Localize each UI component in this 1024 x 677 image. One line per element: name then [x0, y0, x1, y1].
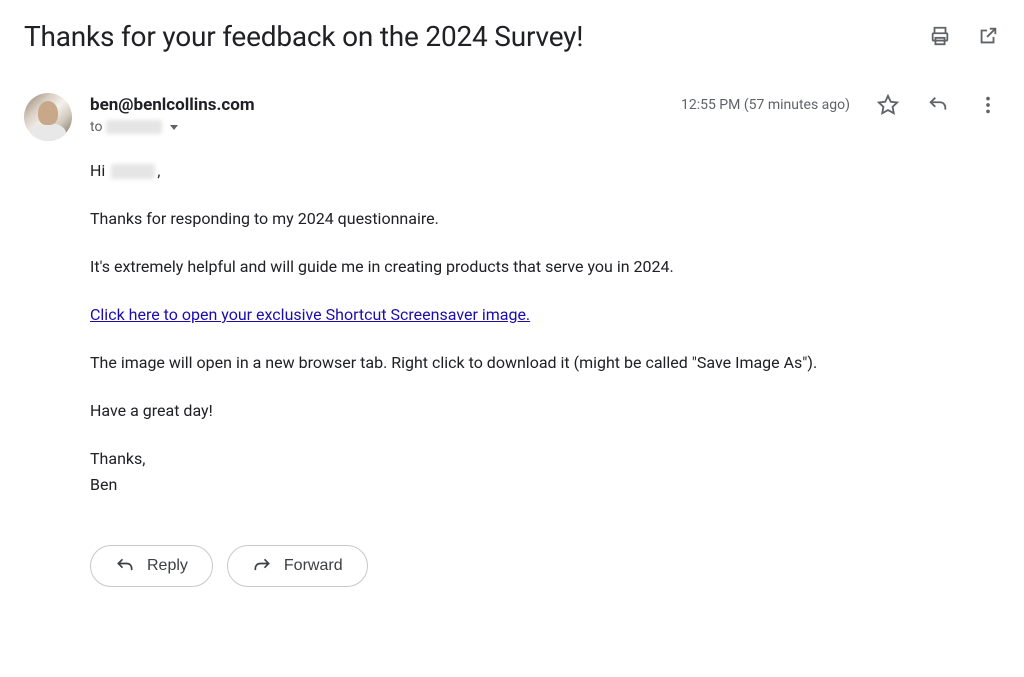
timestamp: 12:55 PM (57 minutes ago) — [681, 97, 850, 113]
screensaver-link[interactable]: Click here to open your exclusive Shortc… — [90, 305, 530, 324]
actions-row: Reply Forward — [90, 545, 1000, 587]
name-redacted — [111, 164, 155, 179]
reply-label: Reply — [147, 557, 188, 575]
forward-button[interactable]: Forward — [227, 545, 368, 587]
reply-button[interactable]: Reply — [90, 545, 213, 587]
chevron-down-icon[interactable] — [170, 125, 178, 130]
recipient-redacted — [106, 120, 162, 134]
greeting-prefix: Hi — [90, 161, 105, 180]
recipient-row[interactable]: to — [90, 119, 1000, 135]
header-actions — [928, 20, 1000, 48]
signoff-2: Ben — [90, 473, 1000, 497]
forward-arrow-icon — [252, 556, 272, 576]
email-body: Hi , Thanks for responding to my 2024 qu… — [90, 159, 1000, 497]
open-in-new-icon[interactable] — [976, 24, 1000, 48]
sender-avatar[interactable] — [24, 93, 72, 141]
email-subject: Thanks for your feedback on the 2024 Sur… — [24, 20, 583, 53]
reply-arrow-icon — [115, 556, 135, 576]
sender-email[interactable]: ben@benlcollins.com — [90, 95, 255, 115]
forward-label: Forward — [284, 557, 343, 575]
star-icon[interactable] — [876, 93, 900, 117]
body-p4: Have a great day! — [90, 399, 1000, 423]
body-p1: Thanks for responding to my 2024 questio… — [90, 207, 1000, 231]
more-icon[interactable] — [976, 93, 1000, 117]
greeting-line: Hi , — [90, 159, 1000, 183]
greeting-suffix: , — [157, 161, 160, 180]
print-icon[interactable] — [928, 24, 952, 48]
to-prefix: to — [90, 119, 102, 135]
reply-icon[interactable] — [926, 93, 950, 117]
signoff-1: Thanks, — [90, 447, 1000, 471]
body-p3: The image will open in a new browser tab… — [90, 351, 1000, 375]
body-p2: It's extremely helpful and will guide me… — [90, 255, 1000, 279]
